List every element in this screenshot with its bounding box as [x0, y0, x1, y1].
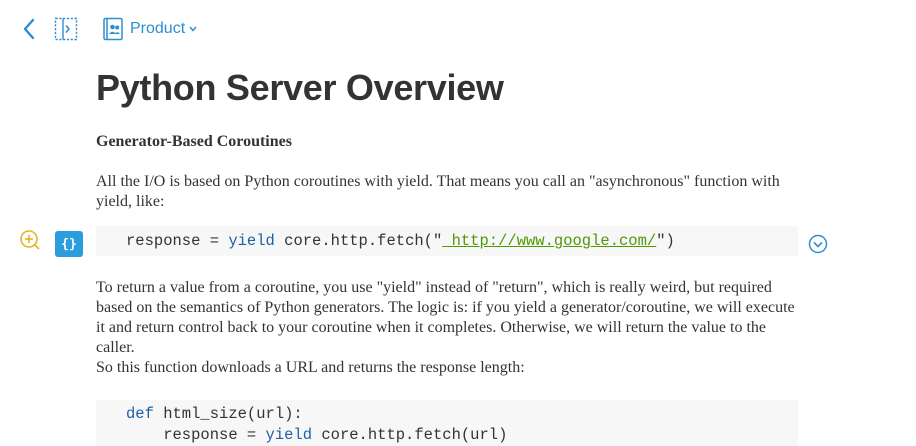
code-line: response = yield core.http.fetch(url): [126, 425, 798, 446]
code-text: core.http.fetch(": [274, 232, 443, 250]
code-options-button[interactable]: [808, 234, 828, 254]
page-title[interactable]: Python Server Overview: [96, 66, 798, 110]
code-keyword: yield: [228, 232, 275, 250]
document-body: Python Server Overview Generator-Based C…: [96, 60, 798, 446]
chevron-left-icon: [23, 18, 35, 40]
sidebar-toggle-button[interactable]: [52, 14, 80, 44]
chevron-down-icon: [189, 26, 197, 32]
code-text: response =: [126, 426, 266, 444]
chevron-down-circle-icon: [808, 234, 828, 254]
section-heading[interactable]: Generator-Based Coroutines: [96, 132, 798, 152]
add-comment-button[interactable]: [19, 229, 41, 251]
code-text: response =: [126, 232, 229, 250]
add-comment-icon: [20, 230, 40, 250]
code-text: "): [656, 232, 675, 250]
code-line: def html_size(url):: [126, 404, 798, 425]
code-text: html_size(url):: [153, 405, 303, 423]
folder-dropdown[interactable]: Product: [102, 14, 197, 44]
top-toolbar: Product: [18, 14, 197, 44]
paragraph[interactable]: To return a value from a coroutine, you …: [96, 278, 798, 358]
back-button[interactable]: [18, 14, 40, 44]
code-block[interactable]: def html_size(url): response = yield cor…: [96, 400, 798, 446]
code-text: core.http.fetch(url): [312, 426, 508, 444]
code-keyword: yield: [265, 426, 313, 444]
code-keyword: def: [126, 405, 154, 423]
sidebar-toggle-icon: [54, 17, 78, 41]
paragraph[interactable]: So this function downloads a URL and ret…: [96, 358, 798, 378]
code-block[interactable]: response = yield core.http.fetch(" http:…: [96, 226, 798, 256]
folder-label: Product: [130, 20, 186, 37]
shared-folder-icon: [103, 17, 123, 41]
code-block-button[interactable]: {}: [55, 231, 83, 257]
paragraph[interactable]: All the I/O is based on Python coroutine…: [96, 172, 798, 212]
code-url-link[interactable]: http://www.google.com/: [442, 232, 657, 250]
